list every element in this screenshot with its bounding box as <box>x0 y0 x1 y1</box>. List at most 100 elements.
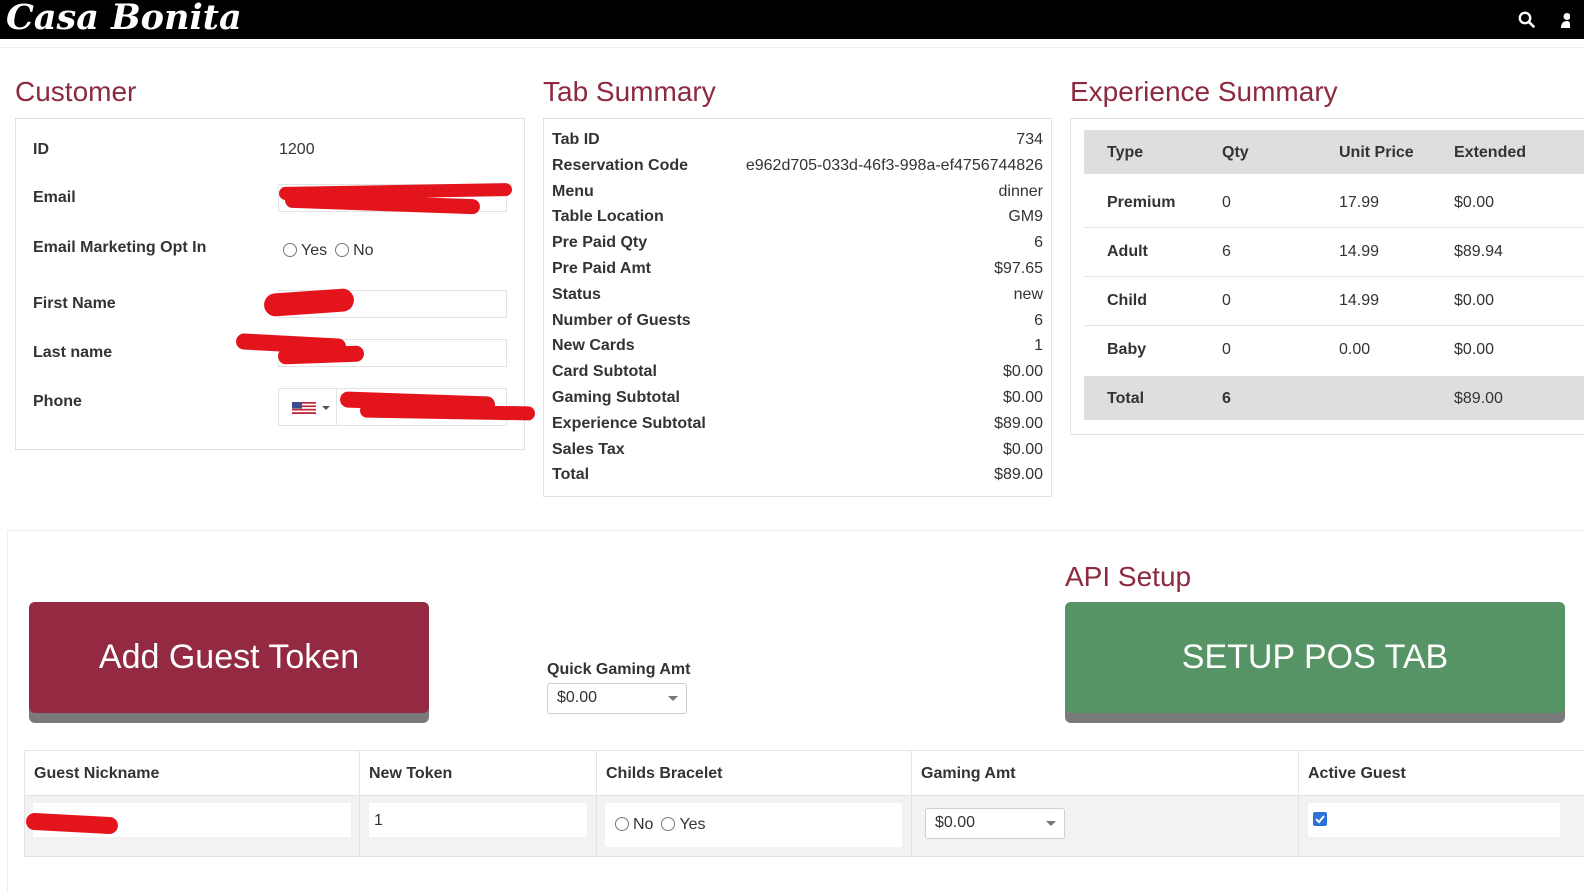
type-cell: Premium <box>1107 194 1176 211</box>
new-token-input[interactable]: 1 <box>369 803 587 837</box>
chevron-down-icon <box>1046 821 1056 826</box>
tab-summary-row: Total $89.00 <box>552 466 1043 492</box>
tab-summary-title: Tab Summary <box>543 76 716 107</box>
tab-summary-value: $0.00 <box>1002 389 1043 406</box>
total-qty: 6 <box>1222 390 1231 407</box>
tab-summary-row: Menu dinner <box>552 183 1043 209</box>
brand-logo[interactable]: Casa Bonita <box>6 0 242 38</box>
type-cell: Adult <box>1107 243 1148 260</box>
bracelet-no-radio[interactable] <box>615 817 629 831</box>
childs-bracelet-header: Childs Bracelet <box>606 765 723 782</box>
tab-summary-key: Pre Paid Qty <box>552 234 648 252</box>
tab-summary-row: Experience Subtotal $89.00 <box>552 415 1043 441</box>
opt-in-no-radio[interactable] <box>335 243 350 257</box>
tab-summary-value: 6 <box>1034 311 1043 329</box>
tab-summary-key: New Cards <box>552 337 635 355</box>
tab-summary-value: $89.00 <box>994 466 1043 484</box>
tab-summary-row: Status new <box>552 286 1043 312</box>
extended-cell: $0.00 <box>1454 341 1495 358</box>
tab-summary-row: Tab ID 734 <box>552 131 1043 157</box>
experience-total-row: Total 6 $89.00 <box>1084 376 1584 420</box>
row-divider <box>1084 227 1584 228</box>
total-extended: $89.00 <box>1454 390 1503 407</box>
user-icon[interactable] <box>1560 12 1570 28</box>
bracelet-yes-label: Yes <box>679 816 706 833</box>
email-opt-in-label: Email Marketing Opt In <box>33 239 207 256</box>
add-guest-token-label: Add Guest Token <box>29 602 429 713</box>
qty-cell: 0 <box>1222 194 1231 211</box>
tab-summary-value: GM9 <box>1008 208 1043 226</box>
redaction-mark <box>277 345 365 365</box>
guest-nickname-header: Guest Nickname <box>34 765 160 782</box>
tab-summary-row: New Cards 1 <box>552 337 1043 363</box>
quick-gaming-select[interactable]: $0.00 <box>547 683 687 714</box>
unit-price-cell: 14.99 <box>1339 243 1380 260</box>
tab-summary-row: Reservation Code e962d705-033d-46f3-998a-… <box>552 157 1043 183</box>
opt-in-no-label: No <box>353 242 374 259</box>
search-icon[interactable] <box>1518 11 1535 28</box>
setup-pos-tab-label: SETUP POS TAB <box>1065 602 1565 713</box>
tab-summary-value: 6 <box>1034 234 1043 252</box>
tab-summary-key: Sales Tax <box>552 440 625 458</box>
gaming-amt-header: Gaming Amt <box>921 765 1016 782</box>
qty-header: Qty <box>1222 144 1249 161</box>
tab-summary-row: Table Location GM9 <box>552 208 1043 234</box>
tab-summary-value: 1 <box>1034 337 1043 355</box>
tab-summary-key: Number of Guests <box>552 311 691 329</box>
guest-table-header: Guest Nickname New Token Childs Bracelet… <box>24 750 1584 795</box>
chevron-down-icon <box>322 406 330 410</box>
tab-summary-key: Menu <box>552 182 594 200</box>
row-divider <box>1084 276 1584 277</box>
setup-pos-tab-button[interactable]: SETUP POS TAB <box>1065 602 1565 723</box>
tab-summary-key: Total <box>552 466 590 484</box>
customer-title: Customer <box>15 76 137 107</box>
api-setup-title: API Setup <box>1065 561 1192 592</box>
bracelet-yes-radio[interactable] <box>661 817 676 831</box>
column-divider <box>1298 750 1299 857</box>
tab-summary-value: $97.65 <box>994 260 1043 277</box>
tab-summary-value: $89.00 <box>994 414 1043 432</box>
bracelet-no-label: No <box>633 816 654 833</box>
tab-summary-value: $0.00 <box>1002 363 1043 381</box>
extended-cell: $0.00 <box>1454 194 1495 211</box>
opt-in-yes-radio[interactable] <box>283 243 297 257</box>
unit-price-cell: 14.99 <box>1339 292 1380 309</box>
id-label: ID <box>33 141 49 158</box>
total-label: Total <box>1107 390 1145 407</box>
qty-cell: 0 <box>1222 341 1231 358</box>
phone-label: Phone <box>33 393 82 410</box>
tab-summary-key: Pre Paid Amt <box>552 260 651 277</box>
tab-summary-value: 734 <box>1016 131 1043 148</box>
checkmark-icon <box>1315 815 1325 824</box>
extended-cell: $89.94 <box>1454 243 1503 260</box>
column-divider <box>911 750 912 857</box>
extended-cell: $0.00 <box>1454 292 1495 309</box>
tab-summary-key: Card Subtotal <box>552 363 657 381</box>
id-value: 1200 <box>279 141 315 158</box>
table-row: Baby 0 0.00 $0.00 <box>1084 327 1584 371</box>
country-selector[interactable] <box>279 389 337 425</box>
active-guest-header: Active Guest <box>1308 765 1406 782</box>
top-navbar: Casa Bonita <box>0 0 1584 39</box>
tab-summary-row: Card Subtotal $0.00 <box>552 363 1043 389</box>
tab-summary-key: Tab ID <box>552 131 600 148</box>
active-guest-checkbox[interactable] <box>1313 812 1327 826</box>
tab-summary-value: dinner <box>998 182 1043 200</box>
row-divider <box>1084 325 1584 326</box>
table-row: Child 0 14.99 $0.00 <box>1084 278 1584 322</box>
email-label: Email <box>33 189 76 206</box>
new-token-header: New Token <box>369 765 453 782</box>
gaming-amt-value: $0.00 <box>935 814 976 831</box>
table-row: Premium 0 17.99 $0.00 <box>1084 180 1584 224</box>
gaming-amt-select[interactable]: $0.00 <box>925 808 1065 839</box>
type-cell: Baby <box>1107 341 1147 358</box>
column-divider <box>596 750 597 857</box>
unit-price-cell: 0.00 <box>1339 341 1371 358</box>
tab-summary-key: Experience Subtotal <box>552 414 706 432</box>
table-row: Adult 6 14.99 $89.94 <box>1084 229 1584 273</box>
add-guest-token-button[interactable]: Add Guest Token <box>29 602 429 723</box>
tab-summary-key: Table Location <box>552 208 664 226</box>
tab-summary-row: Gaming Subtotal $0.00 <box>552 389 1043 415</box>
tab-summary-row: Sales Tax $0.00 <box>552 441 1043 467</box>
header-divider <box>0 47 1584 48</box>
